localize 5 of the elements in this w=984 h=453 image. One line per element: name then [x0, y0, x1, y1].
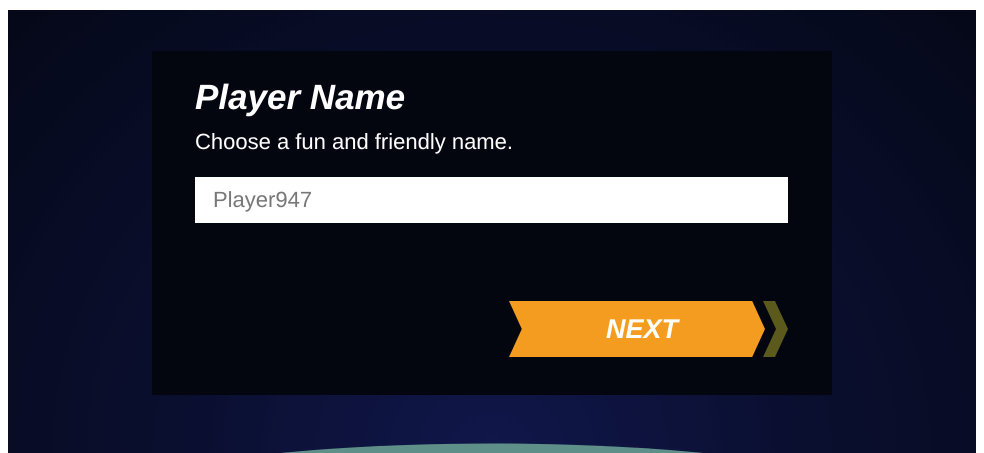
name-input-field[interactable]: Player947	[195, 177, 788, 223]
chevron-icon	[763, 301, 788, 357]
next-button[interactable]: NEXT	[509, 301, 765, 357]
dialog-subtitle: Choose a fun and friendly name.	[195, 129, 513, 155]
dialog-title: Player Name	[195, 77, 406, 119]
